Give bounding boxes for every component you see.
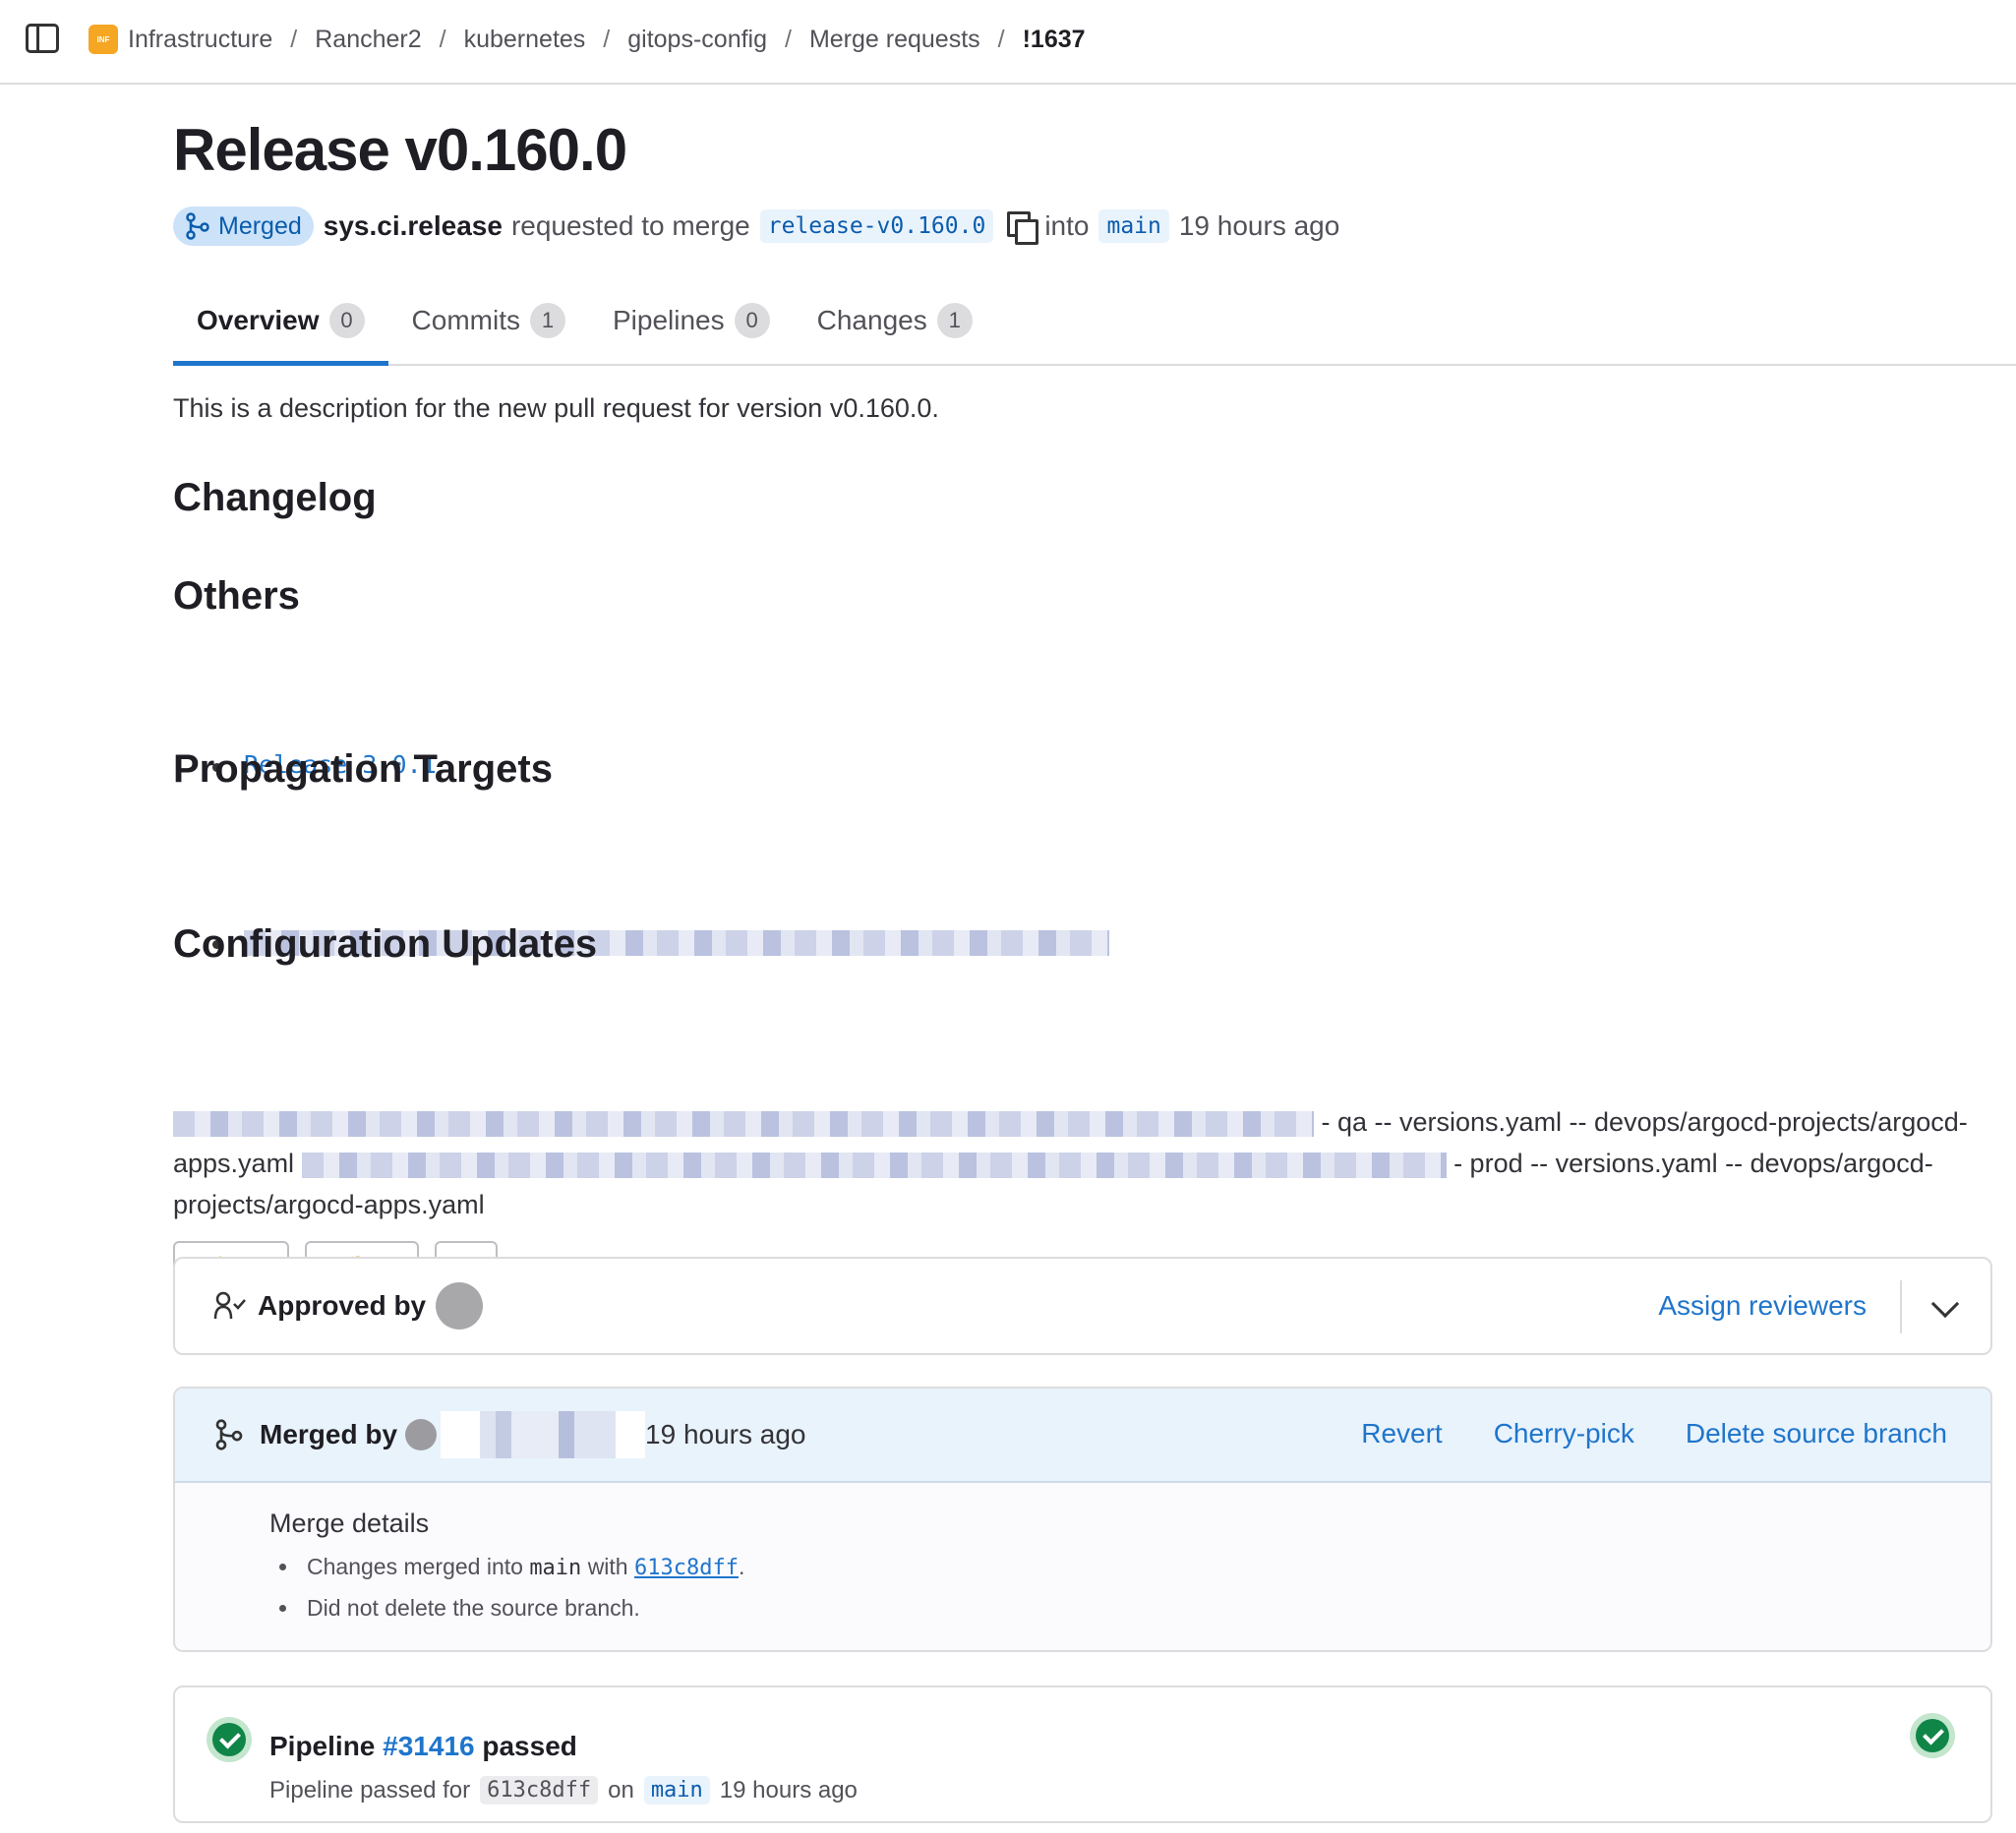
- pipeline-sub-prefix: Pipeline passed for: [269, 1776, 471, 1803]
- requested-text: requested to merge: [510, 210, 750, 241]
- tab-count: 0: [734, 303, 770, 338]
- redacted-text: [173, 1110, 1314, 1137]
- merge-details: Merge details Changes merged into main w…: [175, 1483, 1990, 1627]
- author-name[interactable]: sys.ci.release: [324, 210, 503, 242]
- pipeline-title: Pipeline #31416 passed: [269, 1731, 577, 1762]
- commit-sha-link[interactable]: 613c8dff: [634, 1556, 739, 1580]
- detail-prefix: Changes merged into: [307, 1554, 523, 1579]
- pipeline-status: passed: [482, 1731, 577, 1761]
- pipeline-subtitle: Pipeline passed for 613c8dff on main 19 …: [269, 1776, 858, 1804]
- tab-label: Commits: [411, 305, 520, 335]
- divider: [1900, 1280, 1902, 1333]
- breadcrumb-separator: /: [997, 25, 1005, 53]
- config-text: - qa -- versions.yaml -- devops/argocd-p…: [173, 1101, 1992, 1225]
- chevron-down-icon[interactable]: [1930, 1289, 1960, 1319]
- top-bar: INF Infrastructure / Rancher2 / kubernet…: [0, 0, 2016, 85]
- breadcrumb-separator: /: [439, 25, 446, 53]
- propagation-heading: Propagation Targets: [173, 747, 553, 791]
- into-text: into: [1044, 210, 1090, 241]
- sidebar-toggle-icon[interactable]: [26, 24, 59, 53]
- merge-time: 19 hours ago: [645, 1419, 806, 1449]
- merge-details-title: Merge details: [269, 1508, 430, 1538]
- tab-label: Changes: [816, 305, 927, 335]
- mr-meta: Merged sys.ci.release requested to merge…: [173, 203, 1339, 250]
- list-item: Changes merged into main with 613c8dff.: [277, 1547, 1990, 1588]
- project-avatar: INF: [89, 25, 118, 54]
- success-icon[interactable]: [207, 1717, 252, 1762]
- merge-actions: Revert Cherry-pick Delete source branch: [1310, 1418, 1947, 1449]
- copy-icon[interactable]: [1007, 211, 1039, 245]
- approval-icon: [213, 1291, 246, 1320]
- approval-card: Approved by Assign reviewers: [173, 1257, 1992, 1355]
- source-branch[interactable]: release-v0.160.0: [759, 209, 994, 243]
- cherry-pick-button[interactable]: Cherry-pick: [1494, 1418, 1634, 1449]
- merge-details-list: Changes merged into main with 613c8dff. …: [269, 1547, 1990, 1627]
- breadcrumb-gitops-config[interactable]: gitops-config: [627, 26, 767, 54]
- mr-tabs: Overview 0 Commits 1 Pipelines 0 Changes…: [173, 277, 2016, 366]
- pipeline-card: Pipeline #31416 passed Pipeline passed f…: [173, 1685, 1992, 1823]
- merge-icon: [215, 1419, 243, 1450]
- pipeline-id-link[interactable]: #31416: [383, 1731, 474, 1761]
- changelog-heading: Changelog: [173, 476, 377, 519]
- period: .: [738, 1554, 745, 1579]
- list-item: Did not delete the source branch.: [277, 1588, 1990, 1627]
- target-branch[interactable]: main: [1098, 209, 1169, 243]
- breadcrumb-separator: /: [603, 25, 611, 53]
- page-title: Release v0.160.0: [173, 117, 627, 183]
- pipeline-status-icon[interactable]: [1910, 1713, 1955, 1758]
- breadcrumb-separator: /: [290, 25, 298, 53]
- breadcrumb-mr-id[interactable]: !1637: [1023, 26, 1086, 54]
- others-heading: Others: [173, 574, 300, 618]
- merge-card: Merged by 19 hours ago Revert Cherry-pic…: [173, 1387, 1992, 1652]
- delete-source-branch-button[interactable]: Delete source branch: [1686, 1418, 1947, 1449]
- revert-button[interactable]: Revert: [1361, 1418, 1442, 1449]
- breadcrumb-infrastructure[interactable]: Infrastructure: [128, 26, 272, 54]
- redacted-text: [301, 1152, 1447, 1178]
- tab-count: 0: [328, 303, 365, 338]
- status-badge: Merged: [173, 207, 314, 246]
- approver-avatar[interactable]: [436, 1282, 484, 1330]
- config-heading: Configuration Updates: [173, 922, 598, 966]
- merge-header: Merged by 19 hours ago Revert Cherry-pic…: [175, 1389, 1990, 1483]
- breadcrumb-rancher2[interactable]: Rancher2: [315, 26, 421, 54]
- check-icon: [1916, 1719, 1949, 1752]
- tab-changes[interactable]: Changes 1: [794, 277, 996, 364]
- assign-reviewers-link[interactable]: Assign reviewers: [1658, 1290, 1867, 1322]
- merger-avatar[interactable]: [405, 1419, 438, 1450]
- tab-pipelines[interactable]: Pipelines 0: [589, 277, 794, 364]
- status-badge-label: Merged: [218, 211, 302, 240]
- pipeline-sha[interactable]: 613c8dff: [480, 1776, 599, 1804]
- tab-label: Pipelines: [612, 305, 725, 335]
- tab-count: 1: [529, 303, 565, 338]
- detail-with: with: [587, 1554, 628, 1579]
- tab-commits[interactable]: Commits 1: [388, 277, 589, 364]
- pipeline-branch[interactable]: main: [643, 1776, 710, 1804]
- tab-label: Overview: [197, 305, 320, 335]
- check-icon: [212, 1723, 246, 1756]
- merged-by-label: Merged by: [260, 1419, 398, 1449]
- pipeline-prefix: Pipeline: [269, 1731, 376, 1761]
- tab-overview[interactable]: Overview 0: [173, 277, 388, 366]
- breadcrumb-merge-requests[interactable]: Merge requests: [809, 26, 980, 54]
- merge-icon: [186, 212, 209, 240]
- tab-count: 1: [936, 303, 973, 338]
- breadcrumb-separator: /: [785, 25, 792, 53]
- pipeline-on: on: [608, 1776, 634, 1803]
- detail-branch: main: [529, 1556, 582, 1580]
- redacted-name: [441, 1411, 646, 1458]
- breadcrumb: INF Infrastructure / Rancher2 / kubernet…: [89, 20, 1086, 59]
- description-intro: This is a description for the new pull r…: [173, 393, 939, 423]
- approved-by-label: Approved by: [258, 1290, 427, 1321]
- breadcrumb-kubernetes[interactable]: kubernetes: [464, 26, 586, 54]
- pipeline-time: 19 hours ago: [719, 1776, 858, 1803]
- mr-time: 19 hours ago: [1178, 210, 1340, 241]
